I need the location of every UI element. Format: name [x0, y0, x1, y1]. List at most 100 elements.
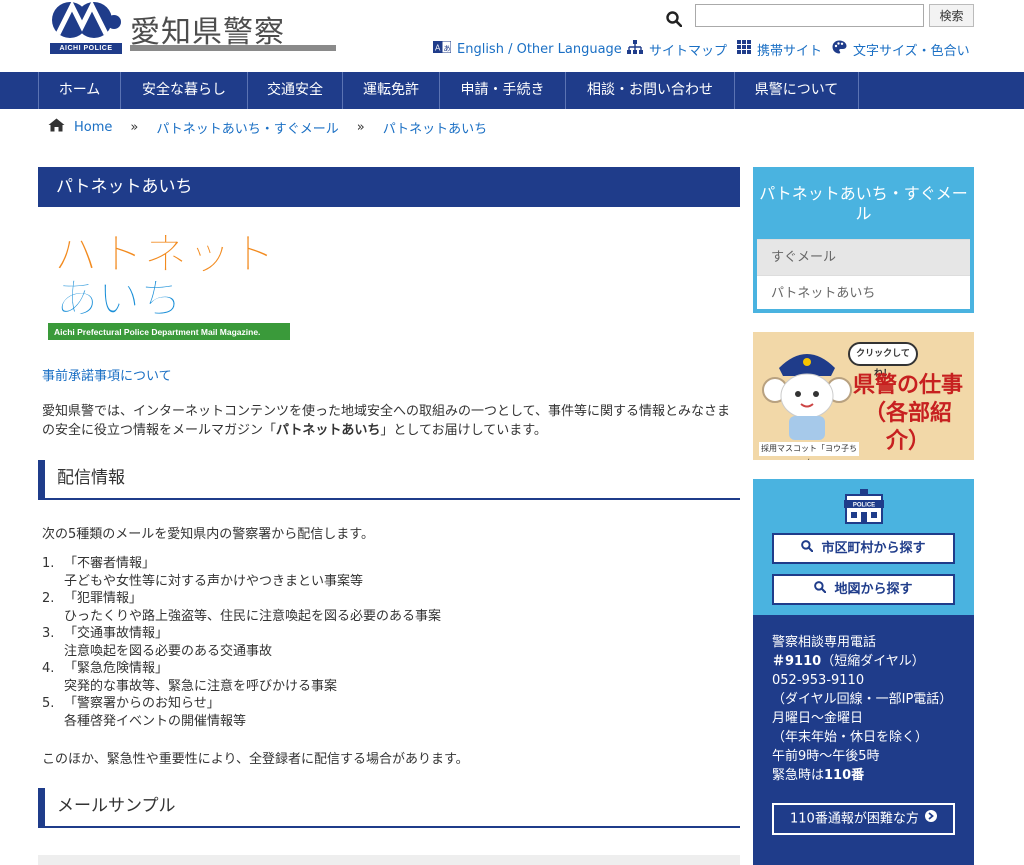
logo-underline	[130, 45, 336, 51]
sidebar-menu: パトネットあいち・すぐメール すぐメール パトネットあいち	[753, 167, 974, 313]
breadcrumb-separator: »	[130, 119, 139, 135]
search-by-city-button[interactable]: 市区町村から探す	[772, 533, 955, 564]
consult-line: （ダイヤル回線・一部IP電話）	[772, 692, 953, 707]
job-intro-banner[interactable]: クリックしてね！ 県警の仕事 （各部紹介） 採用マスコット「ヨウ子ちゃん」	[753, 332, 974, 460]
police-logo-icon	[52, 0, 121, 38]
difficult-110-label: 110番通報が困難な方	[790, 811, 919, 827]
patnet-logo-image: パトネット あいち Aichi Prefectural Police Depar…	[48, 229, 290, 340]
delivery-list: 1. 「不審者情報」 子どもや女性等に対する声かけやつきまとい事案等 2. 「犯罪情…	[42, 555, 441, 730]
list-item: 5. 「警察署からのお知らせ」 各種啓発イベントの開催情報等	[42, 695, 441, 730]
prior-consent-link[interactable]: 事前承諾事項について	[42, 365, 172, 384]
breadcrumb-separator: »	[356, 119, 365, 135]
consult-line: 警察相談専用電話	[772, 635, 877, 650]
consult-short-number: ＃9110	[772, 654, 822, 669]
list-item-title: 「交通事故情報」	[64, 626, 169, 641]
search-icon	[666, 11, 682, 27]
consult-line: 月曜日～金曜日	[772, 711, 864, 726]
text-size-color-link-label: 文字サイズ・色合い	[853, 43, 970, 59]
banner-caption: Aichi Prefectural Police Department Mail…	[54, 327, 260, 337]
sitemap-icon	[627, 40, 643, 58]
search-by-map-button[interactable]: 地図から探す	[772, 574, 955, 605]
nav-item-about[interactable]: 県警について	[734, 72, 859, 109]
sitemap-link-label: サイトマップ	[649, 43, 728, 59]
search-icon	[814, 576, 827, 603]
delivery-note: このほか、緊急性や重要性により、全登録者に配信する場合があります。	[42, 752, 469, 767]
breadcrumb-home[interactable]: Home	[74, 120, 112, 135]
svg-text:A: A	[435, 44, 441, 53]
text-size-color-link[interactable]: 文字サイズ・色合い	[832, 40, 970, 59]
list-item-number: 3.	[42, 626, 55, 641]
list-item-desc: 突発的な事故等、緊急に注意を呼びかける事案	[64, 678, 338, 694]
list-item-title: 「緊急危険情報」	[64, 661, 169, 676]
list-item-desc: 各種啓発イベントの開催情報等	[64, 713, 247, 729]
arrow-circle-right-icon	[924, 805, 937, 833]
police-station-icon: POLICE	[844, 489, 884, 524]
job-banner-caption: 採用マスコット「ヨウ子ちゃん」	[759, 442, 859, 460]
list-item-desc: 子どもや女性等に対する声かけやつきまとい事案等	[64, 573, 364, 589]
nav-item-applications[interactable]: 申請・手続き	[439, 72, 565, 109]
nav-item-home[interactable]: ホーム	[38, 72, 120, 109]
job-banner-title-line2: （各部紹介）	[863, 401, 952, 454]
search-by-map-label: 地図から探す	[834, 582, 913, 597]
consult-line-rest: （短縮ダイヤル）	[821, 654, 925, 669]
list-item: 4. 「緊急危険情報」 突発的な事故等、緊急に注意を呼びかける事案	[42, 660, 441, 695]
page-title: パトネットあいち	[38, 167, 740, 207]
mascot-image	[762, 354, 852, 440]
site-header: AICHI POLICE 愛知県警察 検索 Aあ English / Other…	[0, 0, 1024, 72]
consult-line: 緊急時は110番	[772, 766, 952, 785]
consult-line: 午前9時～午後5時	[772, 749, 880, 764]
job-banner-title: 県警の仕事 （各部紹介）	[848, 372, 968, 456]
list-item-number: 4.	[42, 661, 55, 676]
sidebar-item-sugumail[interactable]: すぐメール	[757, 239, 970, 275]
language-link[interactable]: Aあ English / Other Language	[433, 40, 622, 58]
palette-icon	[832, 40, 847, 58]
nav-item-consultation[interactable]: 相談・お問い合わせ	[565, 72, 734, 109]
difficult-110-button[interactable]: 110番通報が困難な方	[772, 803, 955, 835]
search-icon	[801, 535, 814, 562]
search-input[interactable]	[695, 4, 924, 27]
logo-subtitle: AICHI POLICE	[50, 43, 122, 54]
site-logo[interactable]: AICHI POLICE 愛知県警察	[48, 0, 338, 56]
patnet-aichi-banner: パトネット あいち Aichi Prefectural Police Depar…	[48, 223, 294, 341]
mail-sample-box	[38, 855, 740, 865]
section-heading-delivery: 配信情報	[38, 460, 740, 500]
list-item-title: 「不審者情報」	[64, 556, 156, 571]
mobile-site-link-label: 携帯サイト	[757, 43, 823, 59]
consult-phone-number: 052-953-9110	[772, 673, 865, 688]
list-item-number: 2.	[42, 591, 55, 606]
job-banner-bubble: クリックしてね！	[848, 342, 918, 379]
section-heading-sample: メールサンプル	[38, 788, 740, 828]
delivery-lead: 次の5種類のメールを愛知県内の警察署から配信します。	[42, 527, 374, 542]
svg-text:あ: あ	[444, 45, 451, 53]
search-by-city-label: 市区町村から探す	[821, 541, 926, 556]
breadcrumb-item-patnet[interactable]: パトネットあいち	[383, 118, 487, 137]
intro-text: 愛知県警では、インターネットコンテンツを使った地域安全への取組みの一つとして、事…	[42, 402, 742, 440]
consult-line: ＃9110（短縮ダイヤル）	[772, 652, 952, 671]
consultation-info: 警察相談専用電話 ＃9110（短縮ダイヤル） 052-953-9110 （ダイヤ…	[772, 633, 952, 785]
consultation-panel: 警察相談専用電話 ＃9110（短縮ダイヤル） 052-953-9110 （ダイヤ…	[753, 615, 974, 865]
sitemap-link[interactable]: サイトマップ	[627, 40, 728, 59]
police-station-finder: POLICE 市区町村から探す 地図から探す	[753, 479, 974, 615]
grid-icon	[737, 40, 751, 58]
list-item-number: 1.	[42, 556, 55, 571]
nav-item-traffic-safety[interactable]: 交通安全	[247, 72, 342, 109]
search-button[interactable]: 検索	[929, 4, 974, 27]
list-item-title: 「警察署からのお知らせ」	[64, 696, 220, 711]
breadcrumb: Home » パトネットあいち・すぐメール » パトネットあいち	[48, 118, 487, 137]
breadcrumb-item-patnet-sugumail[interactable]: パトネットあいち・すぐメール	[156, 118, 338, 137]
nav-item-license[interactable]: 運転免許	[342, 72, 439, 109]
list-item-title: 「犯罪情報」	[64, 591, 143, 606]
job-banner-title-line1: 県警の仕事	[852, 373, 963, 398]
consult-emergency-number: 110番	[824, 768, 865, 783]
banner-line2: あいち	[56, 274, 182, 323]
list-item-desc: 注意喚起を図る必要のある交通事故	[64, 643, 273, 659]
list-item: 1. 「不審者情報」 子どもや女性等に対する声かけやつきまとい事案等	[42, 555, 441, 590]
mobile-site-link[interactable]: 携帯サイト	[737, 40, 823, 59]
list-item-number: 5.	[42, 696, 55, 711]
sidebar-item-patnet[interactable]: パトネットあいち	[757, 275, 970, 311]
intro-text-post: 」としてお届けしています。	[380, 423, 547, 438]
sidebar-menu-title[interactable]: パトネットあいち・すぐメール	[757, 171, 970, 239]
nav-item-safe-living[interactable]: 安全な暮らし	[120, 72, 247, 109]
police-station-icon-label: POLICE	[853, 503, 875, 509]
home-icon	[48, 118, 65, 136]
